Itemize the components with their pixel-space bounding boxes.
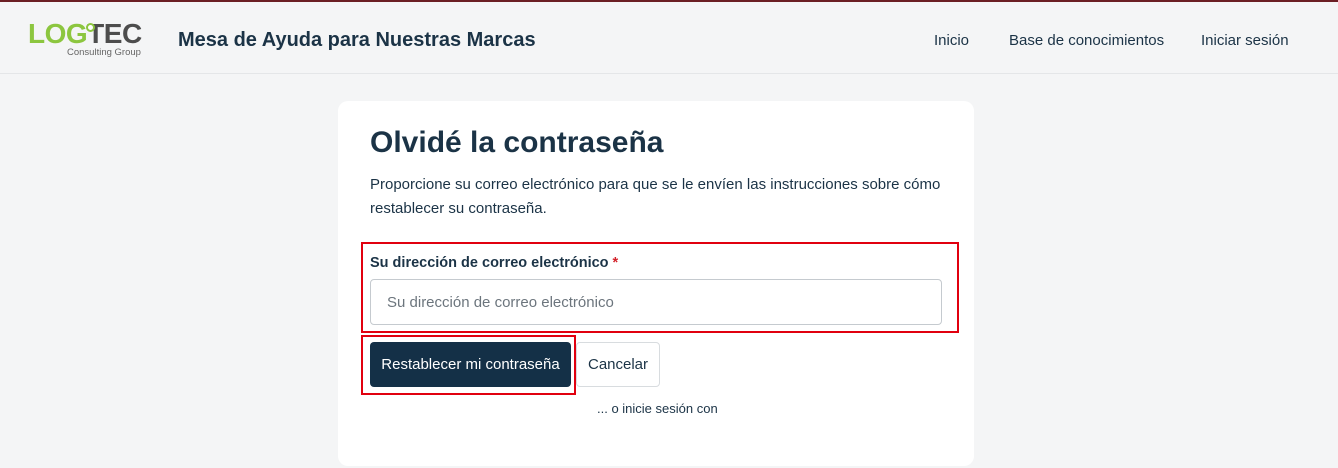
nav-link-iniciar-sesion[interactable]: Iniciar sesión: [1201, 32, 1289, 49]
gear-icon: [86, 23, 95, 32]
nav-link-inicio[interactable]: Inicio: [934, 32, 969, 49]
required-marker: *: [612, 255, 619, 271]
reset-password-button[interactable]: Restablecer mi contraseña: [370, 342, 571, 387]
logo-text-tec: TEC: [87, 18, 142, 49]
cancel-button[interactable]: Cancelar: [576, 342, 660, 387]
nav-link-base-de-conocimientos[interactable]: Base de conocimientos: [1009, 32, 1164, 49]
email-field-label: Su dirección de correo electrónico *: [370, 255, 618, 271]
page-title: Olvidé la contraseña: [370, 126, 664, 159]
email-label-text: Su dirección de correo electrónico: [370, 255, 609, 271]
email-input[interactable]: [370, 279, 942, 325]
logo-text-log: LOG: [28, 18, 88, 49]
logo-subtitle: Consulting Group: [67, 47, 141, 58]
site-header: LOGTEC Consulting Group Mesa de Ayuda pa…: [0, 2, 1338, 74]
logtec-logo[interactable]: LOGTEC Consulting Group: [28, 18, 153, 62]
site-title[interactable]: Mesa de Ayuda para Nuestras Marcas: [178, 29, 536, 52]
alt-login-text: ... o inicie sesión con: [597, 401, 718, 416]
logo-wordmark: LOGTEC: [28, 18, 142, 50]
page-description: Proporcione su correo electrónico para q…: [370, 176, 941, 217]
